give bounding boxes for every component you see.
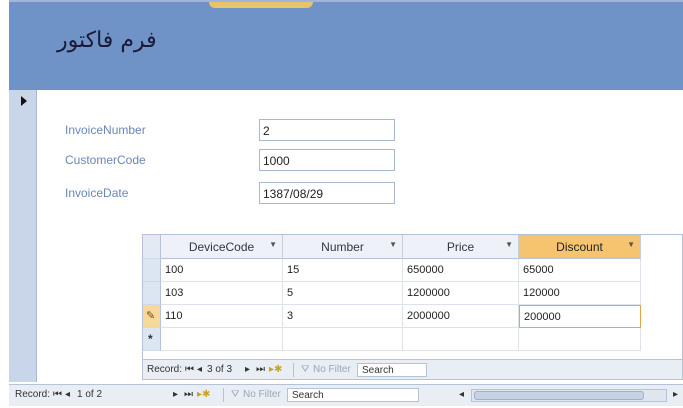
- column-header-number[interactable]: Number ▼: [283, 235, 403, 259]
- no-filter-indicator[interactable]: No Filter: [243, 389, 281, 400]
- row-selector[interactable]: ✎: [143, 305, 161, 328]
- column-header-devicecode[interactable]: DeviceCode ▼: [161, 235, 283, 259]
- divider: [293, 363, 294, 377]
- next-record-icon[interactable]: ▸: [245, 364, 250, 375]
- edit-pencil-icon: ✎: [146, 310, 156, 322]
- scroll-left-icon[interactable]: ◂: [459, 389, 464, 400]
- invoice-number-label: InvoiceNumber: [65, 123, 146, 137]
- new-record-icon: *: [148, 332, 153, 346]
- invoice-items-subform: ✎ * DeviceCode ▼ Number ▼ Price ▼ Discount ▼…: [142, 234, 683, 380]
- search-box[interactable]: Search: [287, 388, 419, 402]
- record-selector[interactable]: [9, 90, 37, 382]
- form-title: فرم فاکتور: [57, 28, 157, 53]
- record-nav-label: Record:: [15, 389, 51, 400]
- cell-price[interactable]: 2000000: [403, 305, 519, 328]
- sort-dropdown-icon[interactable]: ▼: [505, 240, 513, 249]
- sort-dropdown-icon[interactable]: ▼: [627, 240, 635, 249]
- new-record-selector[interactable]: *: [143, 328, 161, 351]
- new-row-cell[interactable]: [403, 328, 519, 351]
- select-all-corner[interactable]: [143, 235, 161, 259]
- search-placeholder: Search: [292, 390, 324, 401]
- column-header-discount[interactable]: Discount ▼: [519, 235, 641, 259]
- search-placeholder: Search: [362, 365, 394, 376]
- previous-record-icon[interactable]: ◂: [65, 389, 70, 400]
- current-record-input[interactable]: 1 of 2: [77, 389, 102, 400]
- invoice-date-label: InvoiceDate: [65, 186, 129, 200]
- cell-number[interactable]: 15: [283, 259, 403, 282]
- cell-discount[interactable]: 120000: [519, 282, 641, 305]
- filter-icon: ⛛: [301, 364, 310, 375]
- invoice-date-field[interactable]: 1387/08/29: [259, 182, 395, 204]
- customer-code-field[interactable]: 1000: [259, 149, 395, 171]
- cell-discount-active[interactable]: 200000: [519, 305, 641, 328]
- row-selector[interactable]: [143, 259, 161, 282]
- horizontal-scrollbar[interactable]: [471, 389, 667, 402]
- new-row-cell[interactable]: [161, 328, 283, 351]
- search-box[interactable]: Search: [357, 363, 427, 377]
- new-record-nav-icon[interactable]: ▸✱: [197, 389, 210, 400]
- new-row-cell[interactable]: [519, 328, 641, 351]
- scrollbar-thumb[interactable]: [474, 391, 644, 400]
- scroll-right-icon[interactable]: ▸: [673, 389, 678, 400]
- column-header-price[interactable]: Price ▼: [403, 235, 519, 259]
- customer-code-label: CustomerCode: [65, 153, 146, 167]
- cell-discount[interactable]: 65000: [519, 259, 641, 282]
- cell-devicecode[interactable]: 100: [161, 259, 283, 282]
- cell-price[interactable]: 1200000: [403, 282, 519, 305]
- divider: [223, 388, 224, 402]
- cell-devicecode[interactable]: 103: [161, 282, 283, 305]
- last-record-icon[interactable]: ⏭: [184, 389, 193, 400]
- no-filter-indicator[interactable]: No Filter: [313, 364, 351, 375]
- cell-devicecode[interactable]: 110: [161, 305, 283, 328]
- main-record-navigator: Record: ⏮ ◂ 1 of 2 ▸ ⏭ ▸✱ ⛛ No Filter Se…: [9, 384, 683, 406]
- current-record-input[interactable]: 3 of 3: [207, 364, 232, 375]
- last-record-icon[interactable]: ⏭: [256, 364, 265, 375]
- sort-dropdown-icon[interactable]: ▼: [269, 240, 277, 249]
- cell-price[interactable]: 650000: [403, 259, 519, 282]
- row-selector[interactable]: [143, 282, 161, 305]
- cell-number[interactable]: 3: [283, 305, 403, 328]
- new-record-nav-icon[interactable]: ▸✱: [269, 364, 282, 375]
- record-nav-label: Record:: [147, 364, 183, 375]
- subform-record-navigator: Record: ⏮ ◂ 3 of 3 ▸ ⏭ ▸✱ ⛛ No Filter Se…: [143, 359, 682, 379]
- next-record-icon[interactable]: ▸: [173, 389, 178, 400]
- first-record-icon[interactable]: ⏮: [53, 389, 62, 400]
- form-detail: InvoiceNumber 2 CustomerCode 1000 Invoic…: [37, 90, 683, 382]
- first-record-icon[interactable]: ⏮: [185, 364, 194, 375]
- previous-record-icon[interactable]: ◂: [197, 364, 202, 375]
- current-record-arrow-icon: [21, 96, 27, 106]
- cell-number[interactable]: 5: [283, 282, 403, 305]
- sort-dropdown-icon[interactable]: ▼: [389, 240, 397, 249]
- new-row-cell[interactable]: [283, 328, 403, 351]
- form-header: فرم فاکتور: [9, 0, 683, 90]
- header-tab-hint: [209, 2, 313, 8]
- filter-icon: ⛛: [231, 389, 240, 400]
- invoice-number-field[interactable]: 2: [259, 119, 395, 141]
